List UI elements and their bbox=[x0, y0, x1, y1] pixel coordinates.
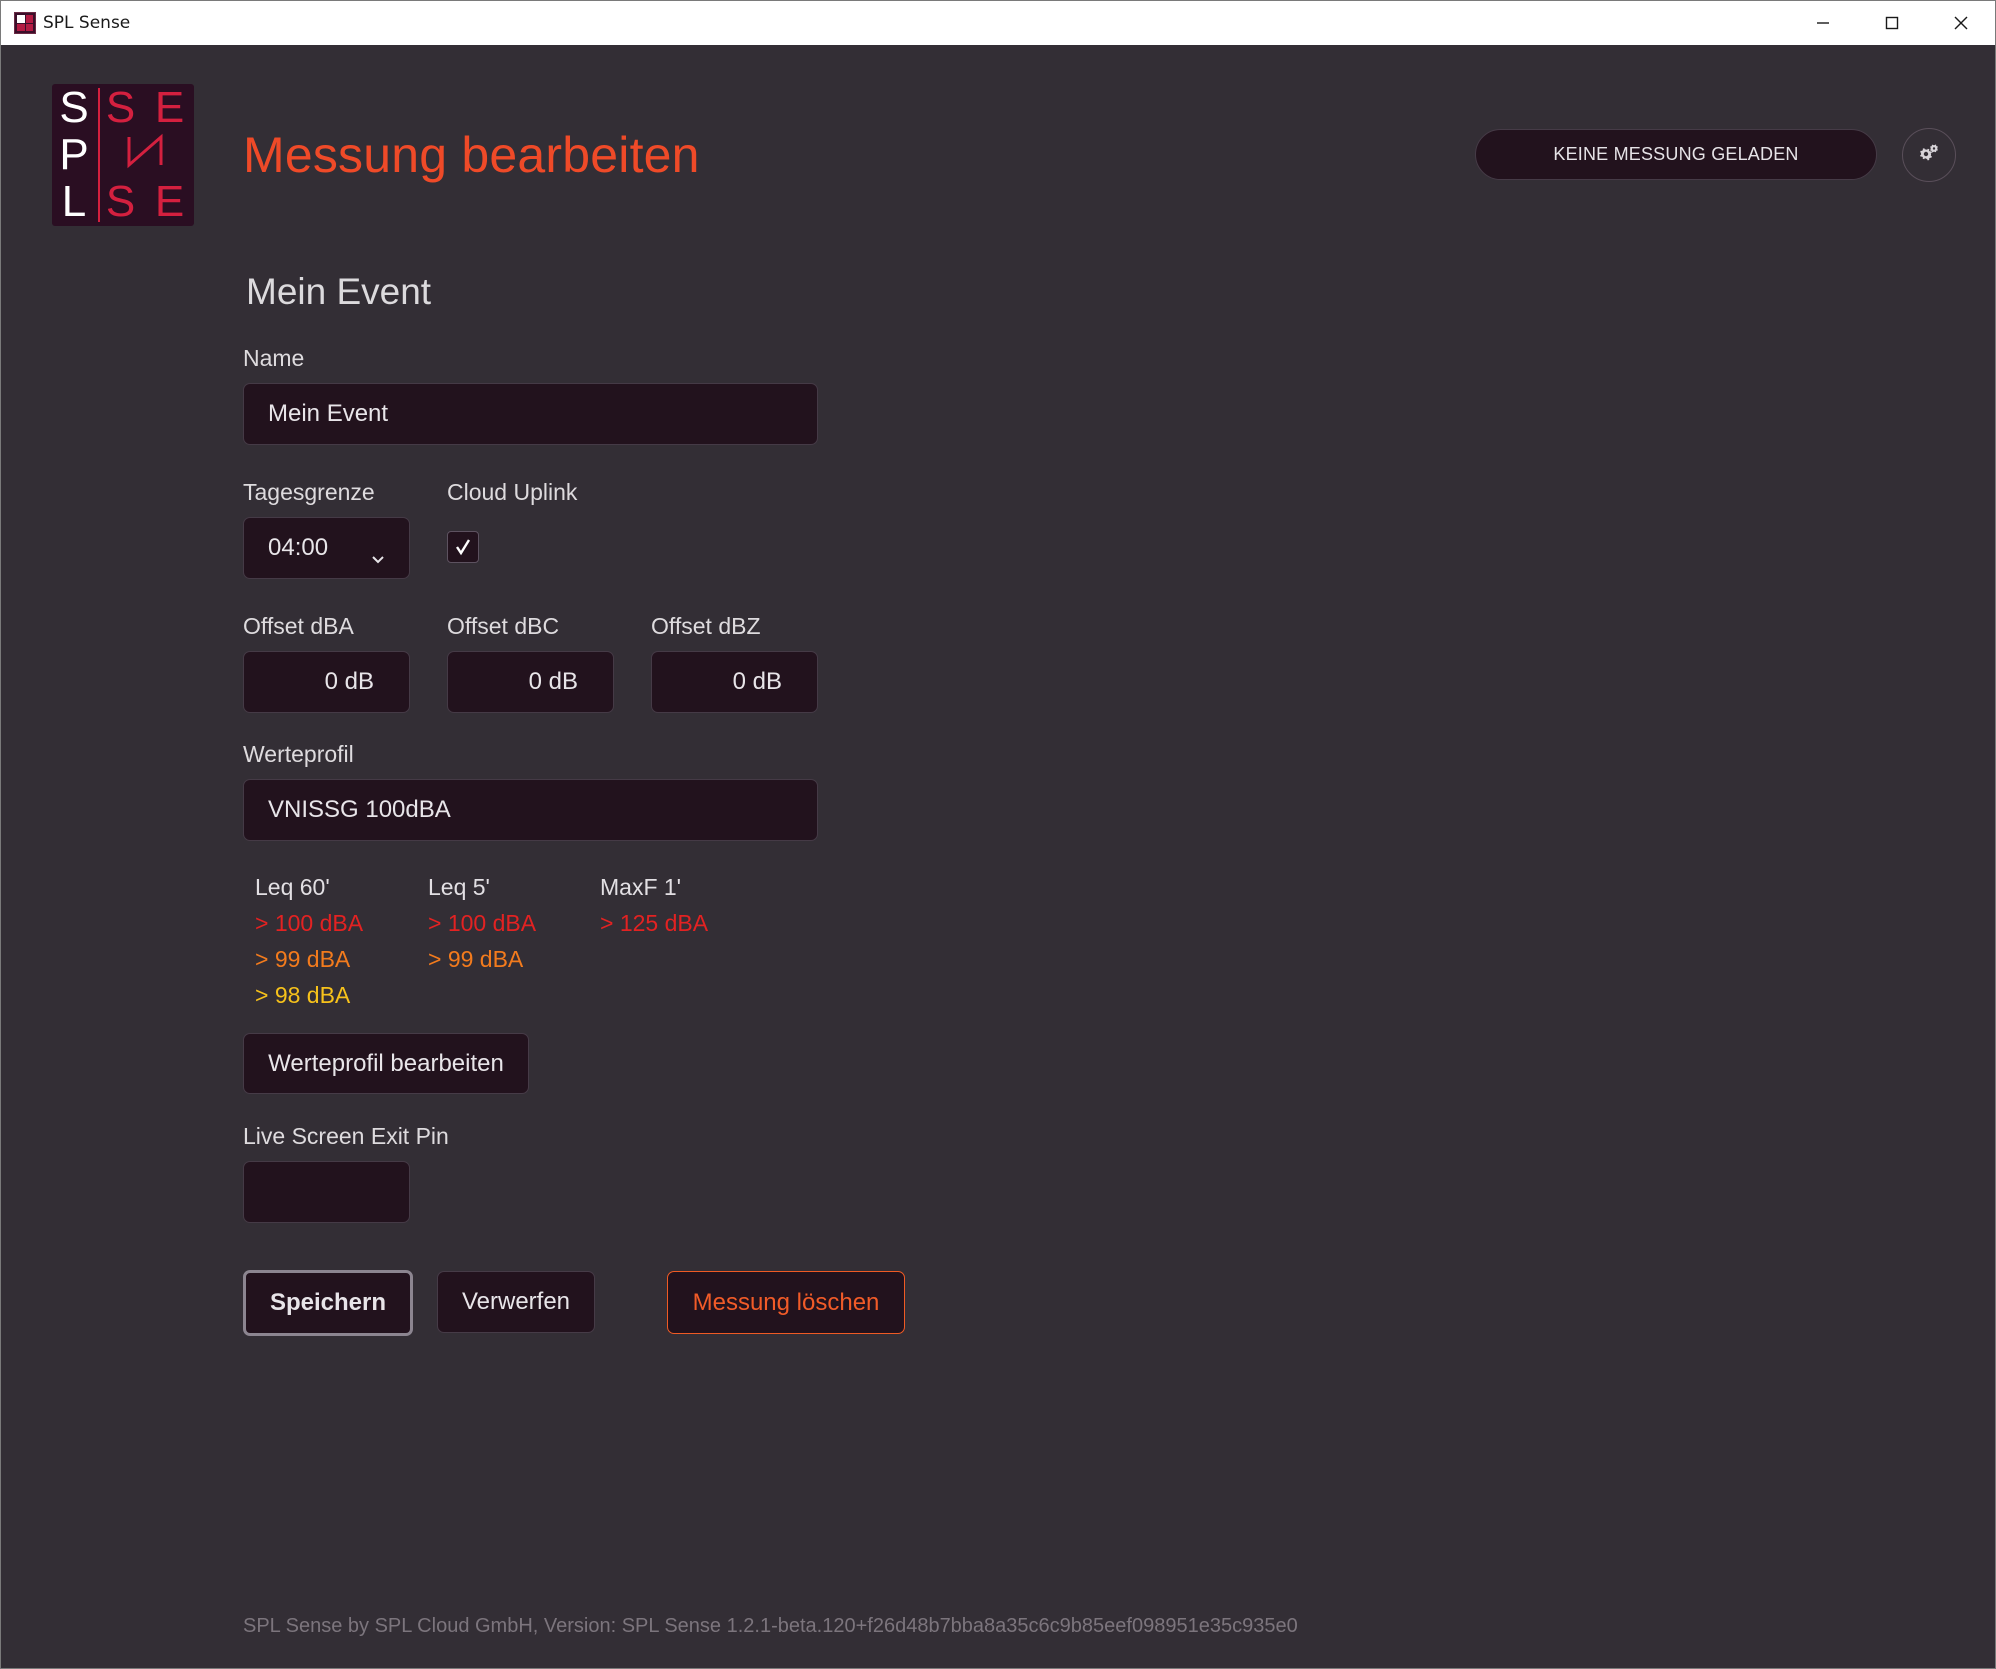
logo-letter-n bbox=[126, 133, 164, 177]
window-controls bbox=[1788, 1, 1995, 45]
logo-letter-s2: S bbox=[105, 82, 136, 132]
threshold-value: > 100 dBA bbox=[255, 910, 364, 936]
threshold-value: > 100 dBA bbox=[428, 910, 537, 936]
page-title: Messung bearbeiten bbox=[243, 127, 700, 183]
threshold-column-leq60: Leq 60' > 100 dBA > 99 dBA > 98 dBA bbox=[255, 869, 363, 1013]
minimize-button[interactable] bbox=[1788, 1, 1857, 45]
discard-button[interactable]: Verwerfen bbox=[437, 1271, 595, 1333]
logo-letter-l: L bbox=[61, 177, 87, 227]
logo-letter-s: S bbox=[59, 82, 89, 132]
version-footer: SPL Sense by SPL Cloud GmbH, Version: SP… bbox=[243, 1615, 1298, 1637]
name-input[interactable]: Mein Event bbox=[243, 383, 818, 445]
minimize-icon bbox=[1816, 22, 1829, 24]
name-input-value: Mein Event bbox=[268, 400, 389, 427]
exit-pin-input[interactable] bbox=[243, 1161, 410, 1223]
maximize-icon bbox=[1885, 16, 1898, 30]
offset-dbc-input[interactable]: 0 dB bbox=[447, 651, 614, 713]
threshold-value: > 99 dBA bbox=[255, 946, 351, 972]
app-icon bbox=[14, 12, 36, 34]
tagesgrenze-label: Tagesgrenze bbox=[243, 479, 375, 505]
logo-n-glyph bbox=[127, 133, 163, 169]
close-icon bbox=[1954, 16, 1967, 30]
delete-measurement-button[interactable]: Messung löschen bbox=[667, 1271, 905, 1334]
cloud-uplink-label: Cloud Uplink bbox=[447, 479, 578, 505]
offset-dba-input[interactable]: 0 dB bbox=[243, 651, 410, 713]
offset-dbc-value: 0 dB bbox=[528, 668, 578, 695]
offset-dbc-label: Offset dBC bbox=[447, 613, 560, 639]
maximize-button[interactable] bbox=[1857, 1, 1926, 45]
settings-button[interactable] bbox=[1902, 128, 1956, 182]
offset-dba-label: Offset dBA bbox=[243, 613, 354, 639]
exit-pin-label: Live Screen Exit Pin bbox=[243, 1123, 449, 1149]
werteprofil-label: Werteprofil bbox=[243, 741, 354, 767]
tagesgrenze-select[interactable]: 04:00 bbox=[243, 517, 410, 579]
threshold-header: Leq 5' bbox=[428, 874, 490, 900]
threshold-header: MaxF 1' bbox=[600, 874, 682, 900]
name-label: Name bbox=[243, 345, 305, 371]
logo-letter-e: E bbox=[154, 82, 185, 132]
chevron-down-icon bbox=[371, 543, 385, 564]
edit-profile-button[interactable]: Werteprofil bearbeiten bbox=[243, 1033, 529, 1094]
spl-sense-logo: S S E P L S E bbox=[52, 84, 194, 226]
offset-dbz-input[interactable]: 0 dB bbox=[651, 651, 818, 713]
threshold-value: > 98 dBA bbox=[255, 982, 351, 1008]
offset-dbz-value: 0 dB bbox=[732, 668, 782, 695]
measurement-status-button[interactable]: KEINE MESSUNG GELADEN bbox=[1475, 129, 1877, 180]
tagesgrenze-value: 04:00 bbox=[268, 534, 329, 561]
werteprofil-input[interactable]: VNISSG 100dBA bbox=[243, 779, 818, 841]
threshold-header: Leq 60' bbox=[255, 874, 330, 900]
offset-dbz-label: Offset dBZ bbox=[651, 613, 761, 639]
werteprofil-value: VNISSG 100dBA bbox=[268, 796, 451, 823]
close-button[interactable] bbox=[1926, 1, 1995, 45]
section-title: Mein Event bbox=[246, 271, 432, 312]
title-bar: SPL Sense bbox=[1, 1, 1995, 45]
offset-dba-value: 0 dB bbox=[324, 668, 374, 695]
threshold-column-maxf1: MaxF 1' > 125 dBA bbox=[600, 869, 708, 941]
logo-letter-p: P bbox=[59, 129, 89, 179]
window-title: SPL Sense bbox=[43, 13, 131, 33]
gears-icon bbox=[1920, 144, 1938, 161]
logo-letter-s3: S bbox=[105, 177, 136, 227]
checkmark-icon bbox=[456, 539, 471, 556]
save-button[interactable]: Speichern bbox=[243, 1270, 413, 1336]
threshold-column-leq5: Leq 5' > 100 dBA > 99 dBA bbox=[428, 869, 536, 977]
threshold-value: > 99 dBA bbox=[428, 946, 524, 972]
logo-divider bbox=[98, 88, 100, 222]
cloud-uplink-checkbox[interactable] bbox=[447, 531, 479, 563]
threshold-value: > 125 dBA bbox=[600, 910, 709, 936]
app-window: SPL Sense S S E P L S E Messung bearbeit… bbox=[0, 0, 1996, 1669]
logo-letter-e2: E bbox=[154, 177, 185, 227]
